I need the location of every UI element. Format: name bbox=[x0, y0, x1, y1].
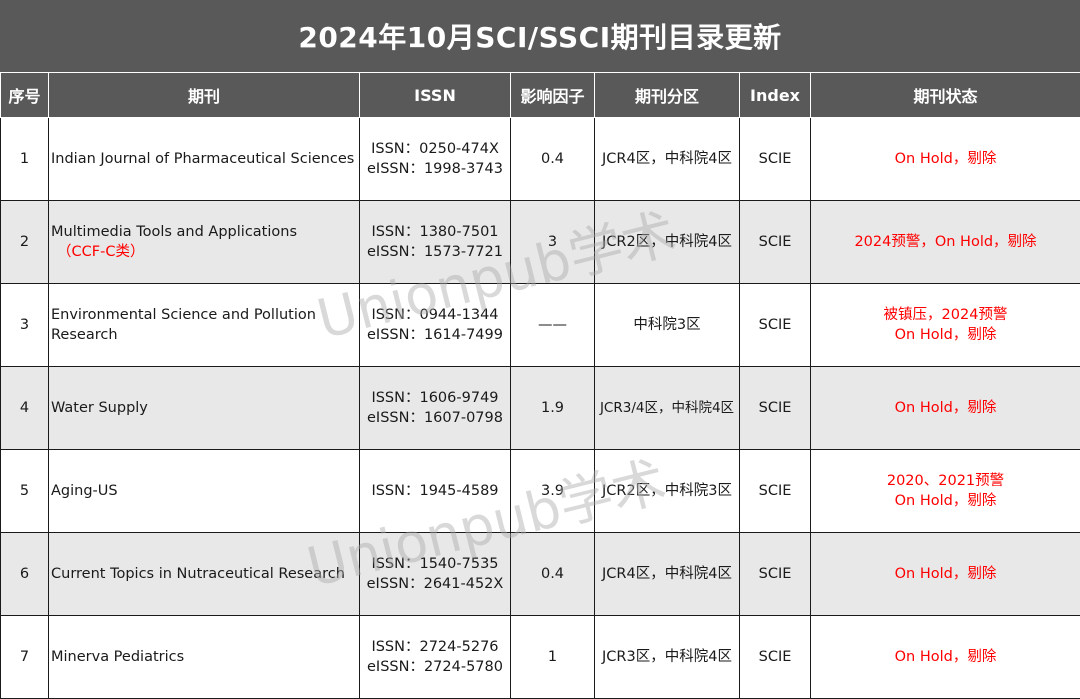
header-journal: 期刊 bbox=[49, 73, 360, 118]
cell-status: 2020、2021预警On Hold，剔除 bbox=[811, 450, 1080, 533]
cell-no: 7 bbox=[1, 616, 49, 699]
cell-zone: JCR4区，中科院4区 bbox=[595, 118, 740, 201]
cell-no: 5 bbox=[1, 450, 49, 533]
cell-impact: —— bbox=[511, 284, 595, 367]
cell-impact: 1.9 bbox=[511, 367, 595, 450]
issn-value: ISSN：2724-5276 bbox=[360, 637, 510, 657]
cell-issn: ISSN：2724-5276eISSN：2724-5780 bbox=[360, 616, 511, 699]
status-line-1: 2024预警，On Hold，剔除 bbox=[811, 232, 1080, 252]
eissn-value: eISSN：1573-7721 bbox=[360, 242, 510, 262]
header-row: 序号 期刊 ISSN 影响因子 期刊分区 Index 期刊状态 bbox=[1, 73, 1080, 118]
cell-index: SCIE bbox=[740, 118, 811, 201]
issn-value: ISSN：0250-474X bbox=[360, 139, 510, 159]
eissn-value: eISSN：1614-7499 bbox=[360, 325, 510, 345]
header-issn: ISSN bbox=[360, 73, 511, 118]
header-zone: 期刊分区 bbox=[595, 73, 740, 118]
journal-name: Minerva Pediatrics bbox=[51, 647, 359, 667]
status-line-2: On Hold，剔除 bbox=[811, 491, 1080, 511]
cell-status: On Hold，剔除 bbox=[811, 616, 1080, 699]
cell-journal: Minerva Pediatrics bbox=[49, 616, 360, 699]
header-no: 序号 bbox=[1, 73, 49, 118]
eissn-value: eISSN：1607-0798 bbox=[360, 408, 510, 428]
cell-impact: 3.9 bbox=[511, 450, 595, 533]
eissn-value: eISSN：2641-452X bbox=[360, 574, 510, 594]
cell-zone: JCR3/4区，中科院4区 bbox=[595, 367, 740, 450]
cell-no: 4 bbox=[1, 367, 49, 450]
table-row: 4 Water Supply ISSN：1606-9749eISSN：1607-… bbox=[1, 367, 1080, 450]
cell-impact: 3 bbox=[511, 201, 595, 284]
issn-value: ISSN：1606-9749 bbox=[360, 388, 510, 408]
issn-value: ISSN：1945-4589 bbox=[360, 481, 510, 501]
cell-index: SCIE bbox=[740, 201, 811, 284]
cell-journal: Environmental Science and Pollution Rese… bbox=[49, 284, 360, 367]
status-line-1: On Hold，剔除 bbox=[811, 149, 1080, 169]
cell-issn: ISSN：1606-9749eISSN：1607-0798 bbox=[360, 367, 511, 450]
status-line-1: On Hold，剔除 bbox=[811, 647, 1080, 667]
table-row: 2 Multimedia Tools and Applications（CCF-… bbox=[1, 201, 1080, 284]
cell-impact: 0.4 bbox=[511, 533, 595, 616]
journal-name: Multimedia Tools and Applications bbox=[51, 222, 359, 242]
status-line-1: On Hold，剔除 bbox=[811, 398, 1080, 418]
cell-journal: Current Topics in Nutraceutical Research bbox=[49, 533, 360, 616]
journal-table: 序号 期刊 ISSN 影响因子 期刊分区 Index 期刊状态 1 Indian… bbox=[0, 72, 1080, 699]
table-row: 5 Aging-US ISSN：1945-4589 3.9 JCR2区，中科院3… bbox=[1, 450, 1080, 533]
cell-status: 2024预警，On Hold，剔除 bbox=[811, 201, 1080, 284]
cell-index: SCIE bbox=[740, 450, 811, 533]
issn-value: ISSN：0944-1344 bbox=[360, 305, 510, 325]
issn-value: ISSN：1540-7535 bbox=[360, 554, 510, 574]
table-row: 7 Minerva Pediatrics ISSN：2724-5276eISSN… bbox=[1, 616, 1080, 699]
cell-impact: 1 bbox=[511, 616, 595, 699]
cell-zone: JCR2区，中科院3区 bbox=[595, 450, 740, 533]
cell-issn: ISSN：1380-7501eISSN：1573-7721 bbox=[360, 201, 511, 284]
cell-zone: JCR2区，中科院4区 bbox=[595, 201, 740, 284]
journal-tag: （CCF-C类） bbox=[51, 242, 359, 262]
cell-no: 1 bbox=[1, 118, 49, 201]
page-title: 2024年10月SCI/SSCI期刊目录更新 bbox=[0, 0, 1080, 72]
cell-no: 2 bbox=[1, 201, 49, 284]
cell-index: SCIE bbox=[740, 284, 811, 367]
journal-name: Current Topics in Nutraceutical Research bbox=[51, 564, 359, 584]
cell-journal: Aging-US bbox=[49, 450, 360, 533]
cell-index: SCIE bbox=[740, 367, 811, 450]
journal-name: Environmental Science and Pollution Rese… bbox=[51, 305, 359, 345]
cell-zone: JCR4区，中科院4区 bbox=[595, 533, 740, 616]
header-status: 期刊状态 bbox=[811, 73, 1080, 118]
eissn-value: eISSN：1998-3743 bbox=[360, 159, 510, 179]
cell-status: On Hold，剔除 bbox=[811, 118, 1080, 201]
cell-status: On Hold，剔除 bbox=[811, 533, 1080, 616]
cell-zone: JCR3区，中科院4区 bbox=[595, 616, 740, 699]
cell-issn: ISSN：0250-474XeISSN：1998-3743 bbox=[360, 118, 511, 201]
status-line-2: On Hold，剔除 bbox=[811, 325, 1080, 345]
cell-zone: 中科院3区 bbox=[595, 284, 740, 367]
cell-status: On Hold，剔除 bbox=[811, 367, 1080, 450]
header-index: Index bbox=[740, 73, 811, 118]
status-line-1: 被镇压，2024预警 bbox=[811, 305, 1080, 325]
cell-journal: Indian Journal of Pharmaceutical Science… bbox=[49, 118, 360, 201]
issn-value: ISSN：1380-7501 bbox=[360, 222, 510, 242]
header-impact: 影响因子 bbox=[511, 73, 595, 118]
cell-impact: 0.4 bbox=[511, 118, 595, 201]
cell-issn: ISSN：1540-7535eISSN：2641-452X bbox=[360, 533, 511, 616]
table-row: 1 Indian Journal of Pharmaceutical Scien… bbox=[1, 118, 1080, 201]
status-line-1: On Hold，剔除 bbox=[811, 564, 1080, 584]
cell-status: 被镇压，2024预警On Hold，剔除 bbox=[811, 284, 1080, 367]
cell-no: 6 bbox=[1, 533, 49, 616]
journal-name: Water Supply bbox=[51, 398, 359, 418]
journal-name: Aging-US bbox=[51, 481, 359, 501]
cell-journal: Water Supply bbox=[49, 367, 360, 450]
journal-name: Indian Journal of Pharmaceutical Science… bbox=[51, 149, 359, 169]
cell-issn: ISSN：0944-1344eISSN：1614-7499 bbox=[360, 284, 511, 367]
table-row: 3 Environmental Science and Pollution Re… bbox=[1, 284, 1080, 367]
eissn-value: eISSN：2724-5780 bbox=[360, 657, 510, 677]
cell-index: SCIE bbox=[740, 616, 811, 699]
cell-journal: Multimedia Tools and Applications（CCF-C类… bbox=[49, 201, 360, 284]
cell-issn: ISSN：1945-4589 bbox=[360, 450, 511, 533]
table-row: 6 Current Topics in Nutraceutical Resear… bbox=[1, 533, 1080, 616]
cell-no: 3 bbox=[1, 284, 49, 367]
cell-index: SCIE bbox=[740, 533, 811, 616]
status-line-1: 2020、2021预警 bbox=[811, 471, 1080, 491]
